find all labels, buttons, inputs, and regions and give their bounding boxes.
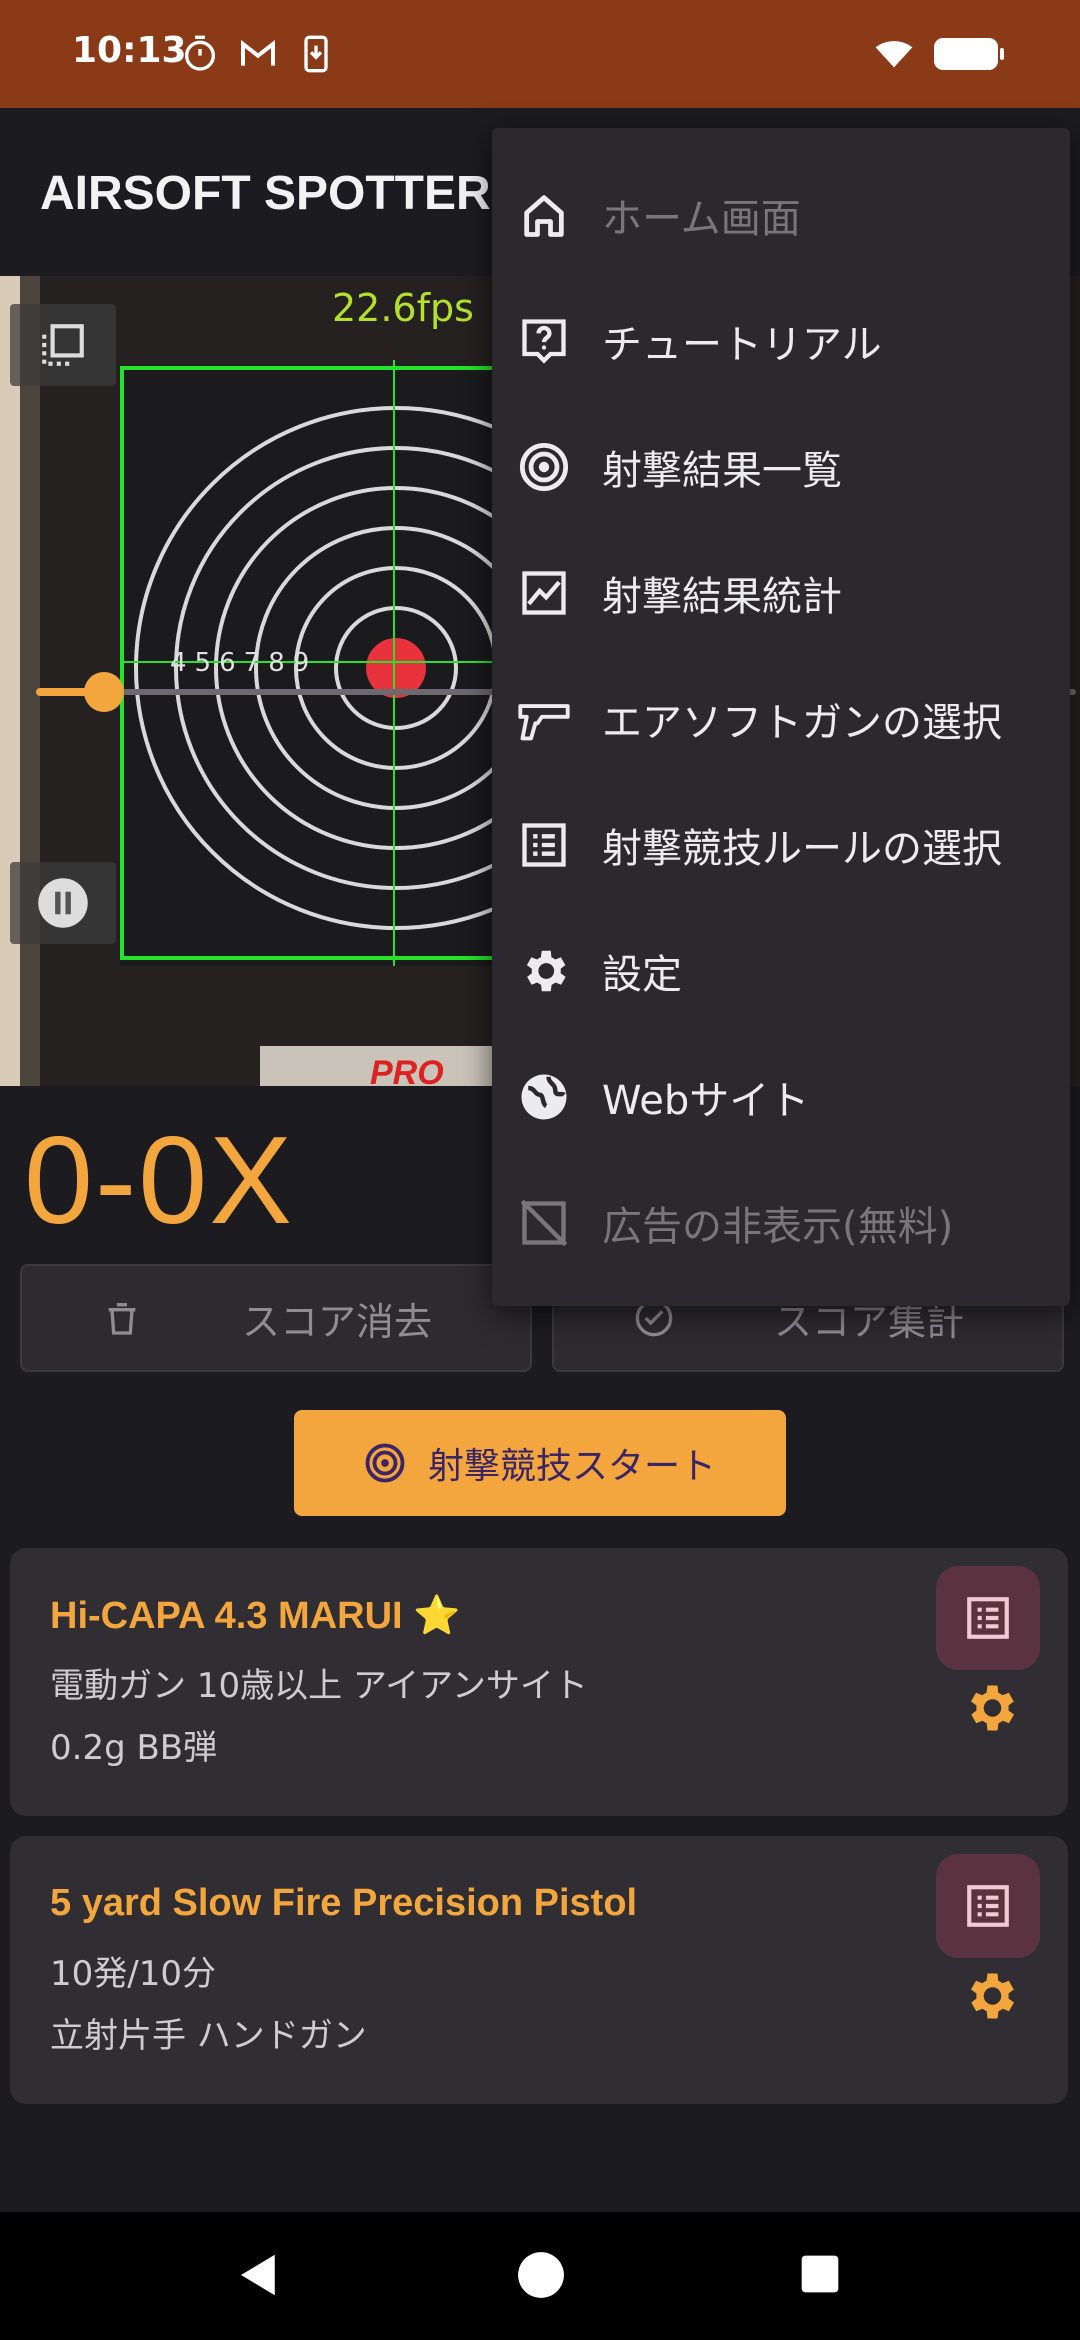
menu-item-statistics[interactable]: 射撃結果統計 [492,530,1070,656]
svg-text:PRO: PRO [370,1054,444,1086]
airsoft-gun-card[interactable]: Hi-CAPA 4.3 MARUI ⭐ 電動ガン 10歳以上 アイアンサイト 0… [10,1548,1068,1816]
status-time: 10:13 [72,30,187,71]
gun-settings-icon[interactable] [960,1678,1020,1738]
home-nav-icon[interactable] [516,2250,566,2304]
status-bar: 10:13 [0,0,1080,108]
menu-item-tutorial[interactable]: チュートリアル [492,278,1070,404]
menu-item-home[interactable]: ホーム画面 [492,152,1070,278]
fps-counter: 22.6fps [332,286,474,330]
pistol-icon [516,691,572,747]
start-match-button[interactable]: 射撃競技スタート [294,1410,786,1516]
navigation-bar [0,2212,1080,2340]
gmail-icon [238,34,278,74]
wifi-icon [872,34,913,74]
match-rule-card[interactable]: 5 yard Slow Fire Precision Pistol 10発/10… [10,1836,1068,2104]
gun-details: 電動ガン 10歳以上 アイアンサイト [50,1666,588,1706]
start-match-label: 射撃競技スタート [427,1446,716,1487]
help-icon [516,313,572,369]
menu-item-results[interactable]: 射撃結果一覧 [492,404,1070,530]
crop-icon [42,324,84,366]
globe-icon [516,1069,572,1125]
overflow-menu: ホーム画面 チュートリアル 射撃結果一覧 射撃結果統計 エアソフトガンの選択 射… [492,128,1070,1306]
ad-off-icon [516,1195,572,1251]
home-icon [516,187,572,243]
battery-icon [934,36,1006,72]
gun-list-button[interactable] [936,1566,1040,1670]
rule-title: 5 yard Slow Fire Precision Pistol [50,1882,638,1924]
rule-details: 10発/10分 [50,1954,216,1994]
rule-settings-icon[interactable] [960,1966,1020,2026]
rule-position: 立射片手 ハンドガン [50,2016,367,2056]
gun-title: Hi-CAPA 4.3 MARUI ⭐ [50,1595,461,1637]
recents-icon[interactable] [798,2252,842,2300]
pause-button[interactable] [10,862,116,944]
target-icon [516,439,572,495]
download-icon [296,34,336,74]
app-title: AIRSOFT SPOTTER [40,167,491,220]
menu-item-rule-select[interactable]: 射撃競技ルールの選択 [492,782,1070,908]
list-icon [967,1597,1009,1639]
gun-ammo: 0.2g BB弾 [50,1728,218,1768]
score-display: 0-0X [24,1112,294,1250]
chart-icon [516,565,572,621]
menu-item-hide-ads[interactable]: 広告の非表示(無料) [492,1160,1070,1286]
clear-score-label: スコア消去 [242,1299,433,1344]
menu-item-website[interactable]: Webサイト [492,1034,1070,1160]
clear-score-button[interactable]: スコア消去 [20,1264,532,1372]
menu-item-gun-select[interactable]: エアソフトガンの選択 [492,656,1070,782]
gear-icon [516,943,572,999]
list-icon [516,817,572,873]
list-icon [967,1885,1009,1927]
trash-icon [92,1298,152,1338]
pause-icon [38,878,88,928]
crop-toggle-button[interactable] [10,304,116,386]
stopwatch-icon [180,34,220,74]
rule-list-button[interactable] [936,1854,1040,1958]
target-icon [365,1443,405,1483]
menu-item-settings[interactable]: 設定 [492,908,1070,1034]
back-icon[interactable] [232,2248,286,2306]
